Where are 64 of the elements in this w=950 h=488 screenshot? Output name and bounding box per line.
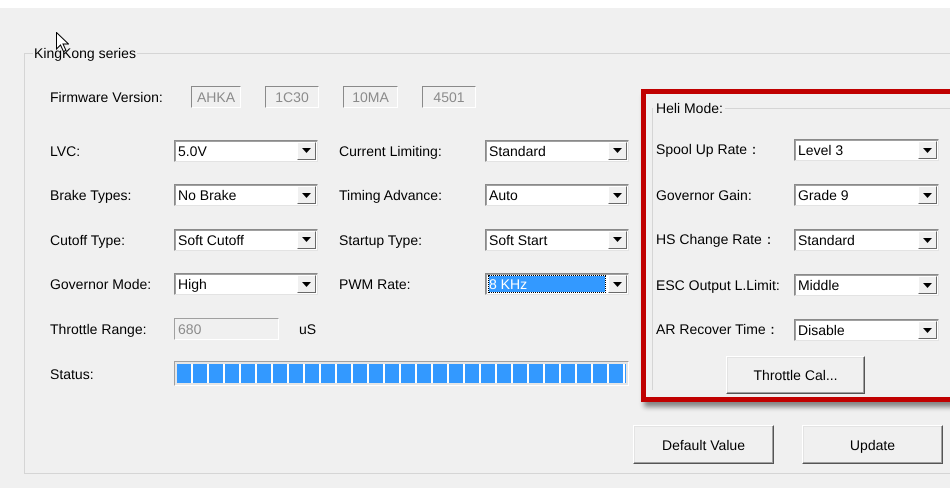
caret-icon <box>613 192 622 198</box>
caret-icon <box>923 282 932 288</box>
field-label: AR Recover Time： <box>656 321 781 339</box>
version-field: 4501 <box>422 86 476 108</box>
dropdown[interactable]: No Brake <box>174 184 318 206</box>
field-label: Cutoff Type: <box>50 232 126 248</box>
caret-icon <box>302 237 311 242</box>
field-label: LVC: <box>50 142 82 159</box>
version-field: 10MA <box>343 86 398 108</box>
caret-icon <box>613 237 622 242</box>
group-title: Heli Mode: <box>655 100 724 116</box>
field-label: PWM Rate: <box>339 276 412 292</box>
dropdown-arrow-button[interactable] <box>918 231 937 249</box>
dropdown-arrow-button[interactable] <box>918 321 937 339</box>
dropdown-arrow-button[interactable] <box>297 230 316 249</box>
field-label: Throttle Range: <box>50 320 148 337</box>
caret-icon <box>923 192 932 198</box>
group-title: KingKong series <box>33 45 137 61</box>
field-label: Governor Mode: <box>50 276 152 292</box>
field-label: Timing Advance: <box>339 187 443 204</box>
dropdown[interactable]: Standard <box>794 229 939 251</box>
dropdown[interactable]: Middle <box>794 274 939 296</box>
dropdown[interactable]: Auto <box>485 184 629 206</box>
field-label: Current Limiting: <box>339 142 443 159</box>
field-label: ESC Output L.Limit: <box>656 277 781 293</box>
caret-icon <box>923 328 932 332</box>
field-label: Spool Up Rate： <box>656 141 762 159</box>
dropdown[interactable]: Soft Cutoff <box>174 228 318 251</box>
dropdown-arrow-button[interactable] <box>297 275 316 294</box>
caret-icon <box>923 148 932 152</box>
dropdown[interactable]: Disable <box>794 319 939 341</box>
caret-icon <box>302 282 311 287</box>
dropdown-arrow-button[interactable] <box>608 142 627 160</box>
dropdown-arrow-button[interactable] <box>297 142 316 160</box>
caret-icon <box>923 238 932 242</box>
caret-icon <box>302 148 311 154</box>
unit-label: uS <box>299 320 316 337</box>
dropdown[interactable]: Soft Start <box>485 228 629 251</box>
caret-icon <box>302 192 311 198</box>
field-label: Firmware Version: <box>50 89 164 105</box>
dropdown[interactable]: 5.0V <box>174 140 318 162</box>
dropdown-arrow-button[interactable] <box>608 186 627 204</box>
field-label: Startup Type: <box>339 232 424 248</box>
dropdown[interactable]: Standard <box>485 140 629 162</box>
dropdown[interactable]: Grade 9 <box>794 184 939 206</box>
caret-icon <box>613 148 622 154</box>
field-label: HS Change Rate： <box>656 231 777 249</box>
dropdown[interactable]: High <box>174 273 318 296</box>
dropdown-arrow-button[interactable] <box>608 275 627 294</box>
version-field: AHKA <box>191 86 241 108</box>
version-field: 1C30 <box>265 86 319 108</box>
dropdown-arrow-button[interactable] <box>297 186 316 204</box>
field-label: Status: <box>50 366 95 382</box>
dropdown-arrow-button[interactable] <box>918 186 937 204</box>
default-value-button[interactable]: Default Value <box>633 425 774 464</box>
throttle-cal-button[interactable]: Throttle Cal... <box>726 356 865 394</box>
update-button[interactable]: Update <box>802 425 943 464</box>
dropdown-arrow-button[interactable] <box>608 230 627 249</box>
dropdown-arrow-button[interactable] <box>918 141 937 159</box>
field-label: Brake Types: <box>50 187 132 204</box>
field-label: Governor Gain: <box>656 187 753 203</box>
caret-icon <box>613 282 622 287</box>
dropdown[interactable]: Level 3 <box>794 139 939 161</box>
dropdown-arrow-button[interactable] <box>918 276 937 294</box>
